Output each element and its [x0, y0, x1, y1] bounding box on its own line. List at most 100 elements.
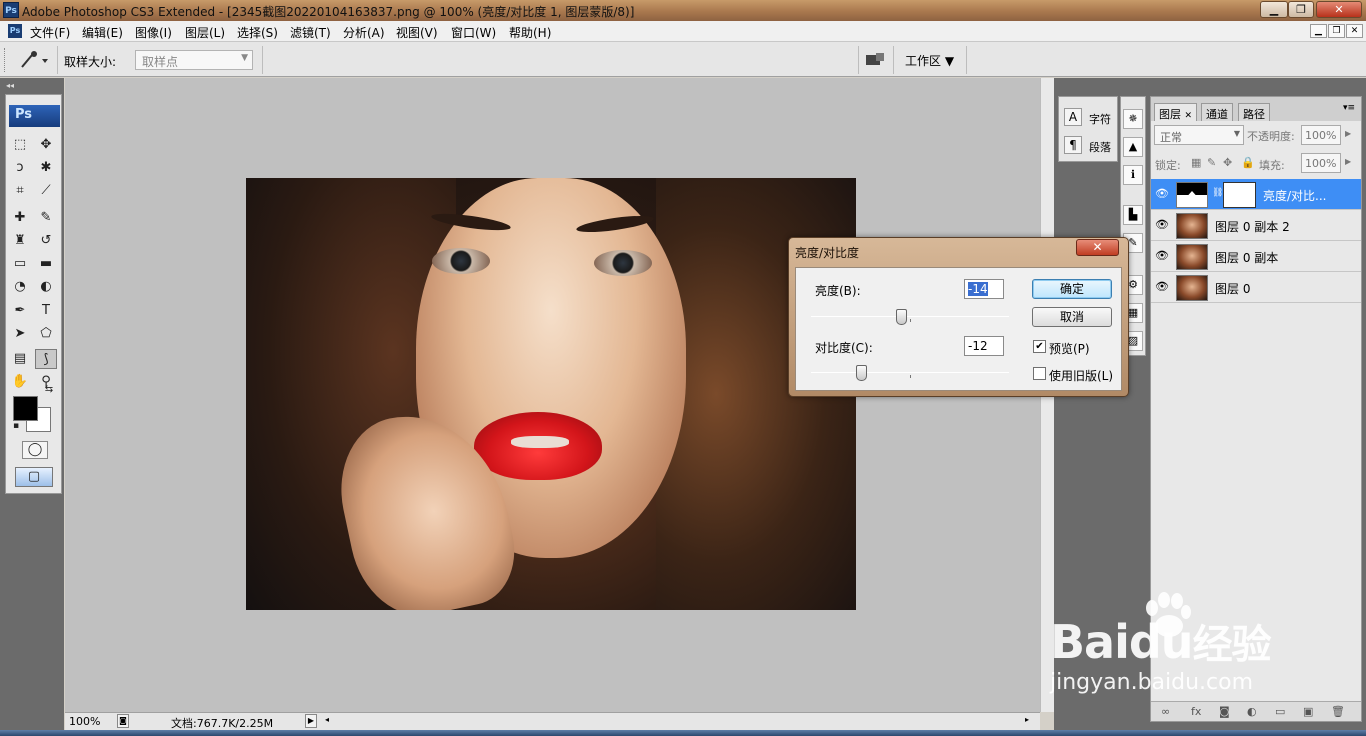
close-button[interactable]: ✕ — [1316, 1, 1362, 18]
eraser-tool-icon[interactable]: ▭ — [9, 254, 31, 274]
brush-tool-icon[interactable]: ✎ — [35, 208, 57, 228]
menu-view[interactable]: 视图(V) — [396, 24, 438, 41]
minimize-button[interactable]: ▁ — [1260, 1, 1288, 18]
eyedropper-tool-icon[interactable]: ⟆ — [35, 349, 57, 369]
delete-layer-icon[interactable]: 🗑 — [1331, 705, 1345, 718]
use-legacy-checkbox[interactable] — [1033, 367, 1046, 380]
layer-row[interactable]: 👁 图层 0 — [1151, 272, 1361, 303]
dialog-close-button[interactable]: ✕ — [1076, 239, 1119, 256]
layer-row-brightness-contrast[interactable]: 👁 ⛓ 亮度/对比... — [1151, 179, 1361, 210]
menu-file[interactable]: 文件(F) — [30, 24, 70, 41]
crop-tool-icon[interactable]: ⌗ — [9, 181, 31, 201]
preview-checkbox[interactable]: ✔ — [1033, 340, 1046, 353]
layer-visibility-eye-icon[interactable]: 👁 — [1154, 217, 1170, 233]
toolbox-ps-badge[interactable]: Ps — [9, 105, 60, 127]
layer-link-icon[interactable]: ⛓ — [1212, 188, 1223, 198]
doc-minimize-button[interactable]: ▁ — [1310, 24, 1327, 38]
menu-edit[interactable]: 编辑(E) — [82, 24, 123, 41]
menu-image[interactable]: 图像(I) — [135, 24, 172, 41]
brightness-input[interactable]: -14 — [964, 279, 1004, 299]
link-layers-icon[interactable]: ∞ — [1161, 705, 1170, 718]
layer-visibility-eye-icon[interactable]: 👁 — [1154, 248, 1170, 264]
layer-row[interactable]: 👁 图层 0 副本 2 — [1151, 210, 1361, 241]
scroll-left-icon[interactable]: ◂ — [321, 714, 333, 728]
quick-mask-icon[interactable]: ◯ — [22, 441, 48, 459]
fill-slider-icon[interactable]: ▶ — [1345, 157, 1351, 166]
zoom-level[interactable]: 100% — [69, 715, 100, 728]
toolbox-collapse-icon[interactable]: ◂◂ — [6, 81, 63, 93]
tab-close-icon[interactable]: ✕ — [1185, 111, 1193, 121]
slice-tool-icon[interactable]: ⟋ — [35, 181, 57, 201]
tool-preset-picker[interactable] — [14, 49, 54, 71]
contrast-slider-thumb[interactable] — [856, 365, 868, 381]
app-menu-icon[interactable]: Ps — [8, 24, 22, 38]
menu-help[interactable]: 帮助(H) — [509, 24, 551, 41]
lock-transparency-icon[interactable]: ▦ — [1191, 156, 1201, 169]
contrast-input[interactable]: -12 — [964, 336, 1004, 356]
status-arrow-icon[interactable]: ▶ — [305, 714, 317, 728]
ok-button[interactable]: 确定 — [1032, 279, 1112, 299]
tab-layers[interactable]: 图层 ✕ — [1154, 103, 1198, 121]
layer-name[interactable]: 图层 0 — [1215, 280, 1250, 297]
history-brush-tool-icon[interactable]: ↺ — [35, 231, 57, 251]
gradient-tool-icon[interactable]: ▬ — [35, 254, 57, 274]
opacity-input[interactable]: 100% — [1301, 125, 1341, 145]
lock-pixels-icon[interactable]: ✎ — [1207, 156, 1216, 169]
default-colors-icon[interactable]: ▪ — [11, 421, 21, 431]
shape-tool-icon[interactable]: ⬠ — [35, 324, 57, 344]
document-image[interactable] — [246, 178, 856, 610]
tab-channels[interactable]: 通道 — [1201, 103, 1233, 121]
bridge-icon[interactable] — [864, 51, 886, 69]
new-group-icon[interactable]: ▭ — [1275, 705, 1285, 718]
options-bar-grip[interactable] — [4, 48, 7, 72]
paragraph-panel-button[interactable]: ¶ 段落 — [1063, 135, 1117, 157]
status-menu-icon[interactable]: ◙ — [117, 714, 129, 728]
menu-analysis[interactable]: 分析(A) — [343, 24, 385, 41]
brightness-slider-track[interactable] — [811, 316, 1009, 317]
menu-layer[interactable]: 图层(L) — [185, 24, 225, 41]
marquee-tool-icon[interactable]: ⬚ — [9, 135, 31, 155]
layer-mask-thumbnail[interactable] — [1223, 182, 1256, 208]
layer-style-icon[interactable]: fx — [1191, 705, 1201, 718]
character-panel-button[interactable]: A 字符 — [1063, 107, 1117, 129]
magic-wand-tool-icon[interactable]: ✱ — [35, 158, 57, 178]
layer-visibility-eye-icon[interactable]: 👁 — [1154, 186, 1170, 202]
panel-menu-icon[interactable]: ▾≡ — [1343, 103, 1355, 113]
layer-name[interactable]: 图层 0 副本 — [1215, 249, 1278, 266]
doc-close-button[interactable]: ✕ — [1346, 24, 1363, 38]
add-mask-icon[interactable]: ◙ — [1219, 705, 1230, 718]
sample-size-select[interactable]: 取样点 ▼ — [135, 50, 253, 70]
blend-mode-select[interactable]: 正常 ▼ — [1154, 125, 1244, 145]
dodge-tool-icon[interactable]: ◐ — [35, 277, 57, 297]
healing-brush-tool-icon[interactable]: ✚ — [9, 208, 31, 228]
menu-filter[interactable]: 滤镜(T) — [290, 24, 331, 41]
lock-position-icon[interactable]: ✥ — [1223, 156, 1232, 169]
tab-paths[interactable]: 路径 — [1238, 103, 1270, 121]
opacity-slider-icon[interactable]: ▶ — [1345, 129, 1351, 138]
pen-tool-icon[interactable]: ✒ — [9, 301, 31, 321]
cancel-button[interactable]: 取消 — [1032, 307, 1112, 327]
workspace-menu[interactable]: 工作区 ▼ — [905, 52, 954, 69]
foreground-color-swatch[interactable] — [13, 396, 38, 421]
fill-input[interactable]: 100% — [1301, 153, 1341, 173]
move-tool-icon[interactable]: ✥ — [35, 135, 57, 155]
doc-restore-button[interactable]: ❐ — [1328, 24, 1345, 38]
layer-row[interactable]: 👁 图层 0 副本 — [1151, 241, 1361, 272]
scroll-right-icon[interactable]: ▸ — [1021, 714, 1033, 728]
animation-icon[interactable]: ▙ — [1123, 205, 1143, 225]
blur-tool-icon[interactable]: ◔ — [9, 277, 31, 297]
clone-stamp-tool-icon[interactable]: ♜ — [9, 231, 31, 251]
layer-name[interactable]: 亮度/对比... — [1263, 187, 1327, 204]
path-selection-tool-icon[interactable]: ➤ — [9, 324, 31, 344]
swap-colors-icon[interactable]: ⇆ — [42, 383, 56, 397]
histogram-icon[interactable]: ▲ — [1123, 137, 1143, 157]
lock-all-icon[interactable]: 🔒 — [1241, 156, 1255, 169]
navigator-icon[interactable]: ✵ — [1123, 109, 1143, 129]
layer-visibility-eye-icon[interactable]: 👁 — [1154, 279, 1170, 295]
screen-mode-icon[interactable]: ▢ — [15, 467, 53, 487]
brightness-slider-thumb[interactable] — [895, 309, 907, 325]
info-icon[interactable]: ℹ — [1123, 165, 1143, 185]
maximize-button[interactable]: ❐ — [1288, 1, 1314, 18]
menu-select[interactable]: 选择(S) — [237, 24, 278, 41]
new-layer-icon[interactable]: ▣ — [1303, 705, 1313, 718]
